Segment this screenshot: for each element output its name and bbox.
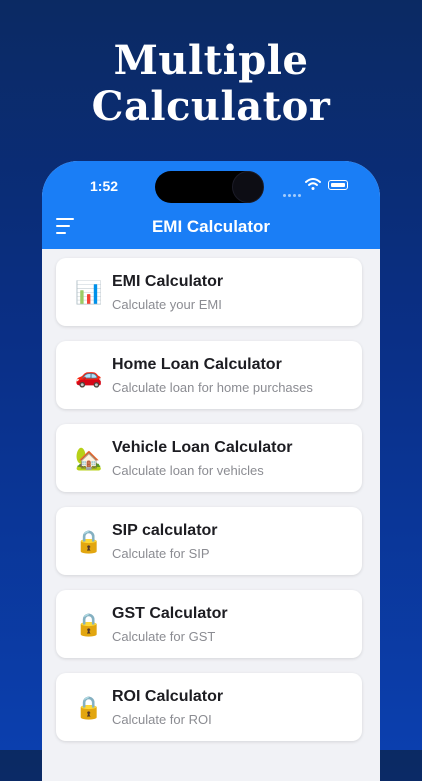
- card-title: EMI Calculator: [112, 273, 224, 290]
- phone-screen: 1:52 EMI Calculator 📊 EMI Calculator Cal…: [42, 161, 380, 781]
- camera-icon: [232, 171, 264, 203]
- card-title: SIP calculator: [112, 522, 218, 539]
- status-time: 1:52: [90, 178, 119, 194]
- card-subtitle: Calculate for SIP: [112, 546, 210, 561]
- card-subtitle: Calculate loan for home purchases: [112, 380, 313, 395]
- lock-icon: 🔒: [75, 612, 103, 637]
- signal-icon: [283, 184, 303, 202]
- app-bar: 1:52 EMI Calculator: [42, 161, 380, 249]
- calculator-card-roi[interactable]: 🔒 ROI Calculator Calculate for ROI: [56, 673, 362, 741]
- card-subtitle: Calculate loan for vehicles: [112, 463, 264, 478]
- wifi-icon: [305, 178, 321, 190]
- card-title: GST Calculator: [112, 605, 228, 622]
- card-subtitle: Calculate your EMI: [112, 297, 222, 312]
- page-title: EMI Calculator: [151, 217, 271, 236]
- card-title: Home Loan Calculator: [112, 356, 282, 373]
- calculator-card-emi[interactable]: 📊 EMI Calculator Calculate your EMI: [56, 258, 362, 326]
- calculator-list: 📊 EMI Calculator Calculate your EMI 🚗 Ho…: [56, 258, 364, 756]
- lock-icon: 🔒: [75, 695, 103, 720]
- calculator-card-gst[interactable]: 🔒 GST Calculator Calculate for GST: [56, 590, 362, 658]
- lock-icon: 🔒: [75, 529, 103, 554]
- card-title: ROI Calculator: [112, 688, 224, 705]
- bar-chart-icon: 📊: [75, 280, 103, 305]
- calculator-card-sip[interactable]: 🔒 SIP calculator Calculate for SIP: [56, 507, 362, 575]
- card-subtitle: Calculate for GST: [112, 629, 216, 644]
- promo-headline: Multiple Calculator: [0, 38, 422, 130]
- headline-line-2: Calculator: [91, 83, 331, 130]
- battery-icon: [328, 180, 348, 190]
- headline-line-1: Multiple: [113, 37, 309, 84]
- card-subtitle: Calculate for ROI: [112, 712, 212, 727]
- calculator-card-home-loan[interactable]: 🚗 Home Loan Calculator Calculate loan fo…: [56, 341, 362, 409]
- house-icon: 🏡: [75, 446, 103, 471]
- card-title: Vehicle Loan Calculator: [112, 439, 293, 456]
- car-icon: 🚗: [75, 363, 103, 388]
- calculator-card-vehicle-loan[interactable]: 🏡 Vehicle Loan Calculator Calculate loan…: [56, 424, 362, 492]
